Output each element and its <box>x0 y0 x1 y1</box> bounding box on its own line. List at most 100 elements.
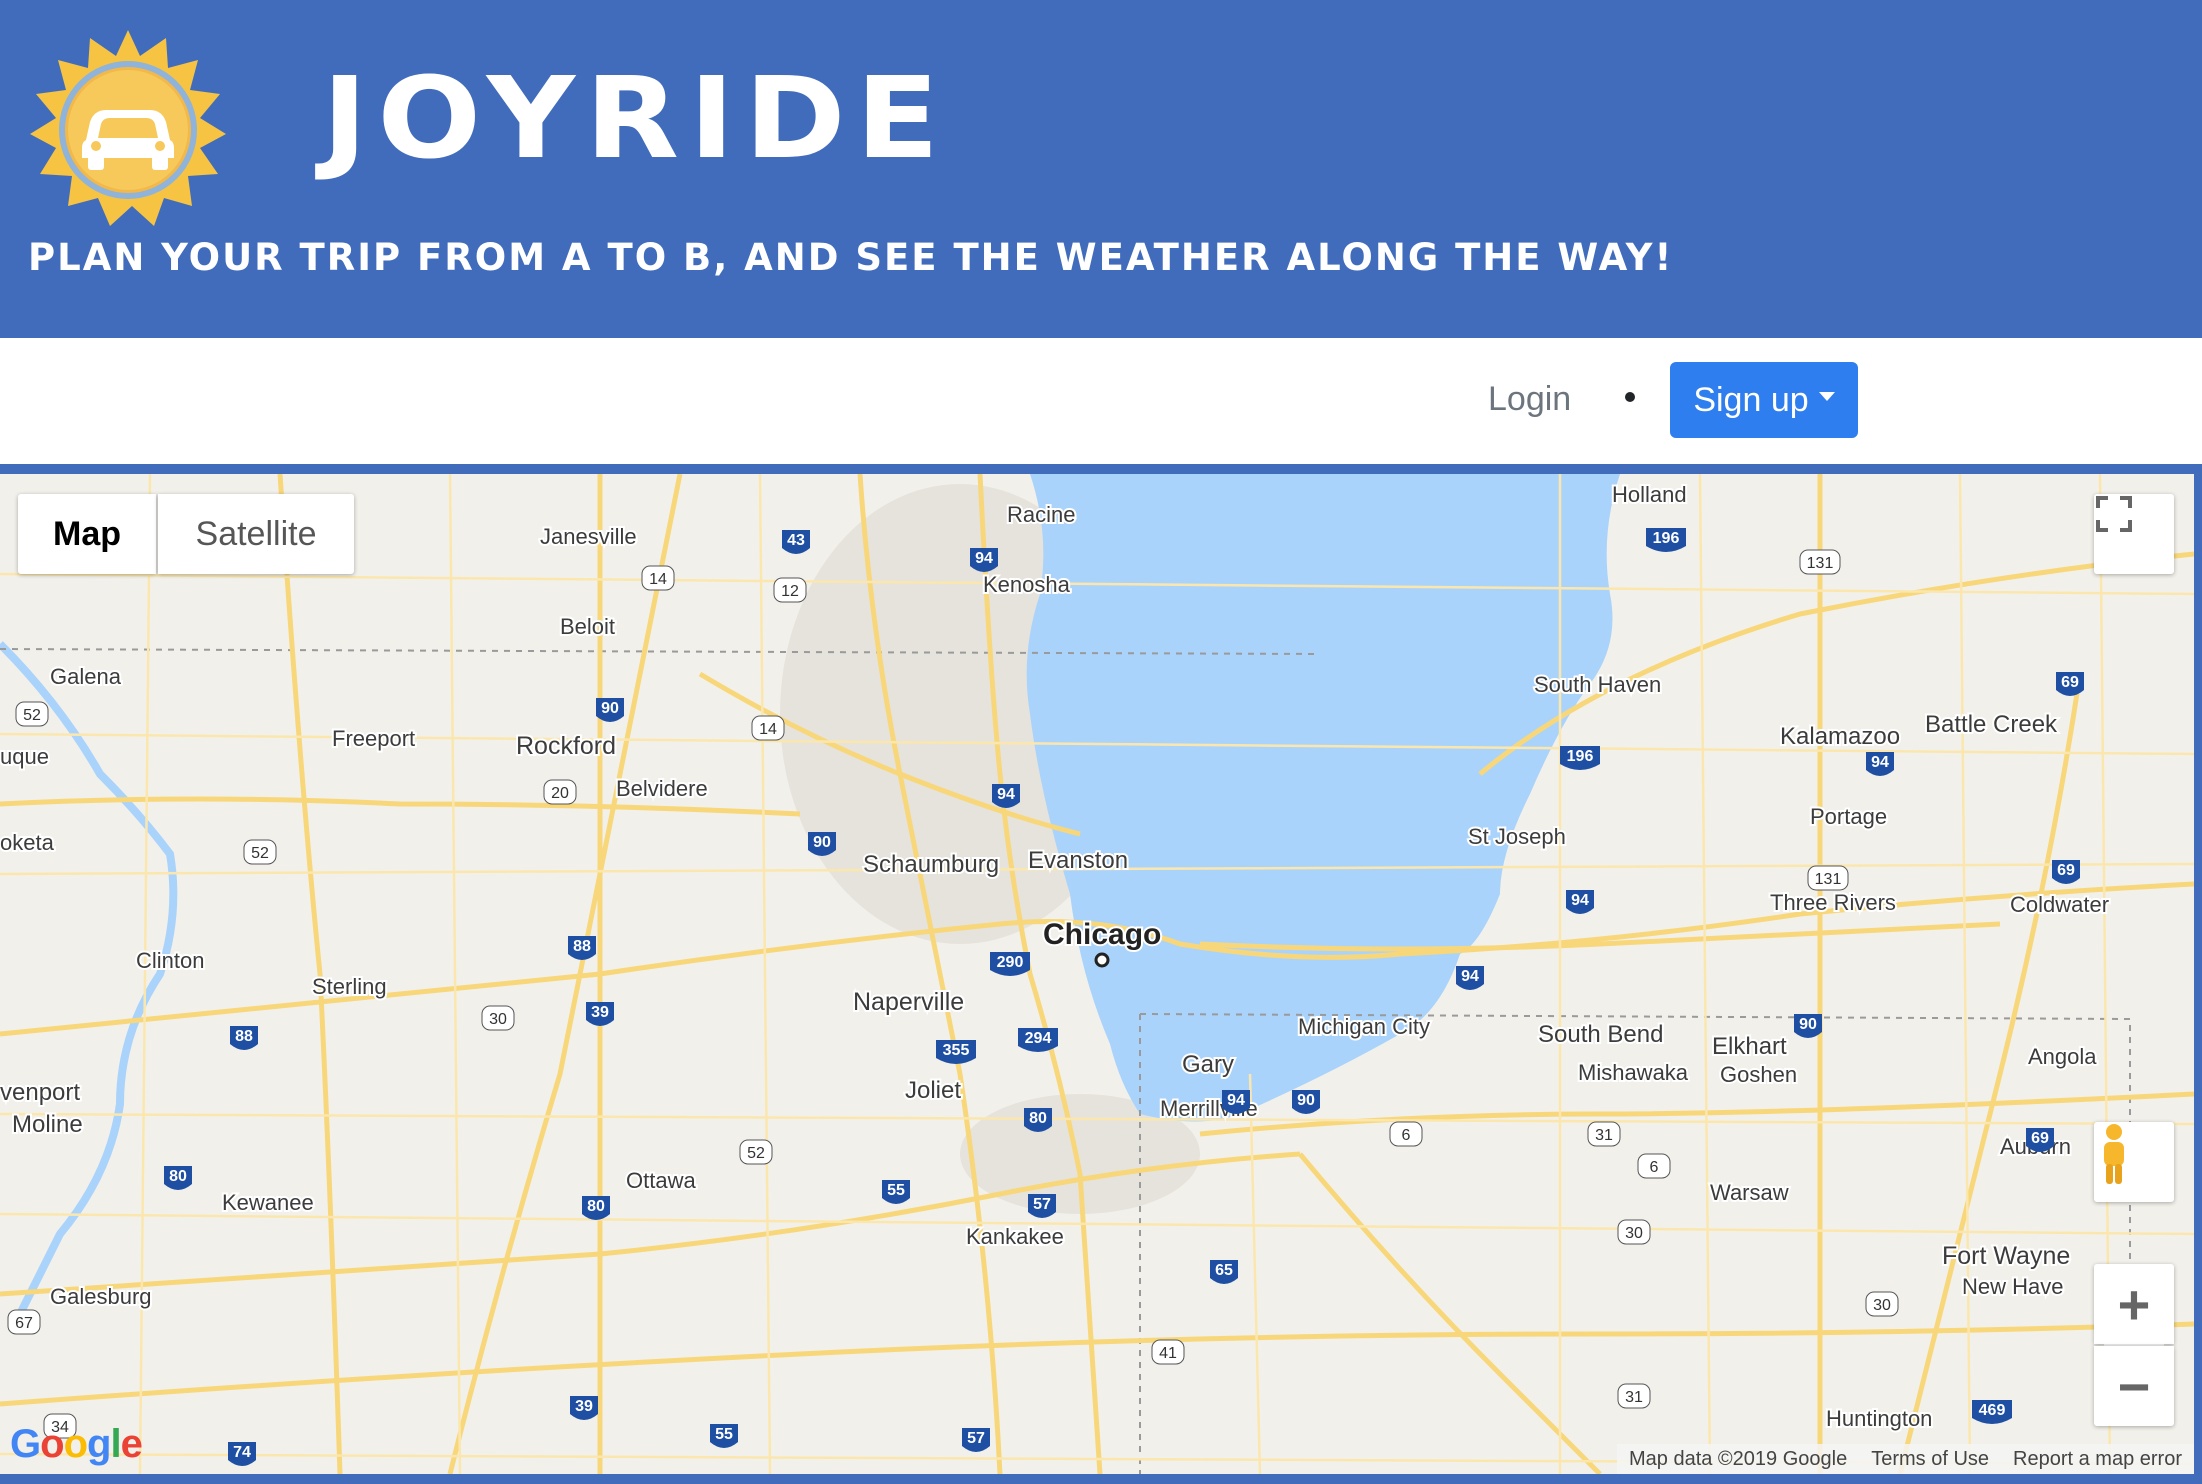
app-subtitle: PLAN YOUR TRIP FROM A TO B, AND SEE THE … <box>28 236 1674 279</box>
svg-text:355: 355 <box>943 1042 970 1059</box>
map-type-map-button[interactable]: Map <box>18 494 156 574</box>
svg-text:57: 57 <box>1033 1196 1051 1213</box>
svg-text:196: 196 <box>1653 530 1680 547</box>
svg-text:South Bend: South Bend <box>1538 1021 1663 1048</box>
svg-text:Schaumburg: Schaumburg <box>863 851 999 878</box>
navbar <box>0 338 2202 464</box>
svg-text:Freeport: Freeport <box>332 726 415 751</box>
svg-text:52: 52 <box>747 1145 765 1162</box>
map-tiles: Janesville Racine Kenosha Beloit Holland… <box>0 474 2194 1474</box>
svg-text:Angola: Angola <box>2028 1044 2097 1069</box>
svg-text:14: 14 <box>649 571 667 588</box>
app-header: JOYRIDE PLAN YOUR TRIP FROM A TO B, AND … <box>0 0 2202 338</box>
svg-text:39: 39 <box>591 1004 609 1021</box>
terms-of-use-link[interactable]: Terms of Use <box>1871 1448 1989 1471</box>
nav-separator-dot <box>1625 392 1635 402</box>
signup-dropdown-button[interactable]: Sign up <box>1670 362 1858 438</box>
svg-text:88: 88 <box>235 1028 253 1045</box>
svg-text:Sterling: Sterling <box>312 974 387 999</box>
map-data-credit: Map data ©2019 Google <box>1628 1447 1848 1470</box>
svg-text:94: 94 <box>1227 1092 1245 1109</box>
svg-text:Clinton: Clinton <box>136 948 204 973</box>
svg-text:Portage: Portage <box>1810 804 1887 829</box>
svg-text:131: 131 <box>1807 555 1834 572</box>
svg-text:6: 6 <box>1402 1127 1411 1144</box>
svg-text:Chicago: Chicago <box>1043 918 1161 951</box>
svg-text:20: 20 <box>551 785 569 802</box>
svg-text:Ottawa: Ottawa <box>626 1168 696 1193</box>
svg-text:90: 90 <box>813 834 831 851</box>
app-title: JOYRIDE <box>322 52 950 184</box>
svg-text:Galena: Galena <box>50 664 122 689</box>
svg-text:469: 469 <box>1979 1402 2006 1419</box>
svg-text:94: 94 <box>975 550 993 567</box>
svg-text:Naperville: Naperville <box>853 988 964 1016</box>
svg-text:52: 52 <box>23 707 41 724</box>
svg-text:Three Rivers: Three Rivers <box>1770 890 1896 915</box>
svg-text:94: 94 <box>997 786 1015 803</box>
svg-text:oketa: oketa <box>0 830 55 855</box>
svg-text:65: 65 <box>1215 1262 1233 1279</box>
svg-text:Janesville: Janesville <box>540 524 637 549</box>
zoom-out-button[interactable]: − <box>2094 1346 2174 1426</box>
svg-text:6: 6 <box>1650 1159 1659 1176</box>
map-canvas[interactable]: Janesville Racine Kenosha Beloit Holland… <box>0 474 2194 1474</box>
caret-down-icon <box>1818 391 1835 401</box>
report-map-error-link[interactable]: Report a map error <box>2013 1448 2182 1471</box>
svg-text:Rockford: Rockford <box>516 732 616 760</box>
svg-text:Mishawaka: Mishawaka <box>1578 1060 1689 1085</box>
svg-text:39: 39 <box>575 1398 593 1415</box>
login-link[interactable]: Login <box>1488 380 1571 419</box>
svg-text:Battle Creek: Battle Creek <box>1925 711 2058 738</box>
svg-text:55: 55 <box>715 1426 733 1443</box>
svg-text:30: 30 <box>1873 1297 1891 1314</box>
svg-text:Goshen: Goshen <box>1720 1062 1797 1087</box>
svg-text:74: 74 <box>233 1444 251 1461</box>
svg-text:67: 67 <box>15 1315 33 1332</box>
svg-text:294: 294 <box>1025 1030 1052 1047</box>
svg-text:55: 55 <box>887 1182 905 1199</box>
svg-text:Evanston: Evanston <box>1028 847 1128 874</box>
svg-text:New Have: New Have <box>1962 1274 2063 1299</box>
fullscreen-button[interactable] <box>2094 494 2174 574</box>
pegman-icon <box>2104 1124 2124 1184</box>
svg-text:Warsaw: Warsaw <box>1710 1180 1789 1205</box>
svg-text:57: 57 <box>967 1430 985 1447</box>
svg-text:31: 31 <box>1625 1389 1643 1406</box>
svg-text:12: 12 <box>781 583 799 600</box>
svg-text:Kankakee: Kankakee <box>966 1224 1064 1249</box>
svg-text:Kalamazoo: Kalamazoo <box>1780 723 1900 750</box>
svg-text:31: 31 <box>1595 1127 1613 1144</box>
svg-text:Moline: Moline <box>12 1111 83 1138</box>
svg-text:69: 69 <box>2031 1130 2049 1147</box>
svg-text:131: 131 <box>1815 871 1842 888</box>
svg-text:30: 30 <box>1625 1225 1643 1242</box>
svg-text:94: 94 <box>1461 968 1479 985</box>
svg-text:Belvidere: Belvidere <box>616 776 708 801</box>
svg-text:Fort Wayne: Fort Wayne <box>1942 1242 2070 1270</box>
svg-text:90: 90 <box>1799 1016 1817 1033</box>
svg-text:14: 14 <box>759 721 777 738</box>
svg-text:Michigan City: Michigan City <box>1298 1014 1430 1039</box>
svg-text:Gary: Gary <box>1182 1051 1234 1078</box>
map-type-satellite-button[interactable]: Satellite <box>158 494 354 574</box>
zoom-in-button[interactable]: + <box>2094 1264 2174 1344</box>
svg-text:uque: uque <box>0 744 49 769</box>
svg-text:90: 90 <box>601 700 619 717</box>
svg-text:Holland: Holland <box>1612 482 1687 507</box>
svg-text:80: 80 <box>169 1168 187 1185</box>
svg-text:52: 52 <box>251 845 269 862</box>
svg-text:Racine: Racine <box>1007 502 1075 527</box>
svg-text:196: 196 <box>1567 748 1594 765</box>
svg-text:30: 30 <box>489 1011 507 1028</box>
svg-text:80: 80 <box>1029 1110 1047 1127</box>
svg-text:Coldwater: Coldwater <box>2010 892 2109 917</box>
svg-text:90: 90 <box>1297 1092 1315 1109</box>
car-sun-icon <box>30 30 226 226</box>
street-view-button[interactable] <box>2094 1122 2174 1202</box>
google-logo[interactable]: Google <box>10 1422 143 1467</box>
svg-text:43: 43 <box>787 532 805 549</box>
svg-text:Galesburg: Galesburg <box>50 1284 152 1309</box>
svg-text:Joliet: Joliet <box>905 1077 961 1104</box>
svg-text:Beloit: Beloit <box>560 614 615 639</box>
